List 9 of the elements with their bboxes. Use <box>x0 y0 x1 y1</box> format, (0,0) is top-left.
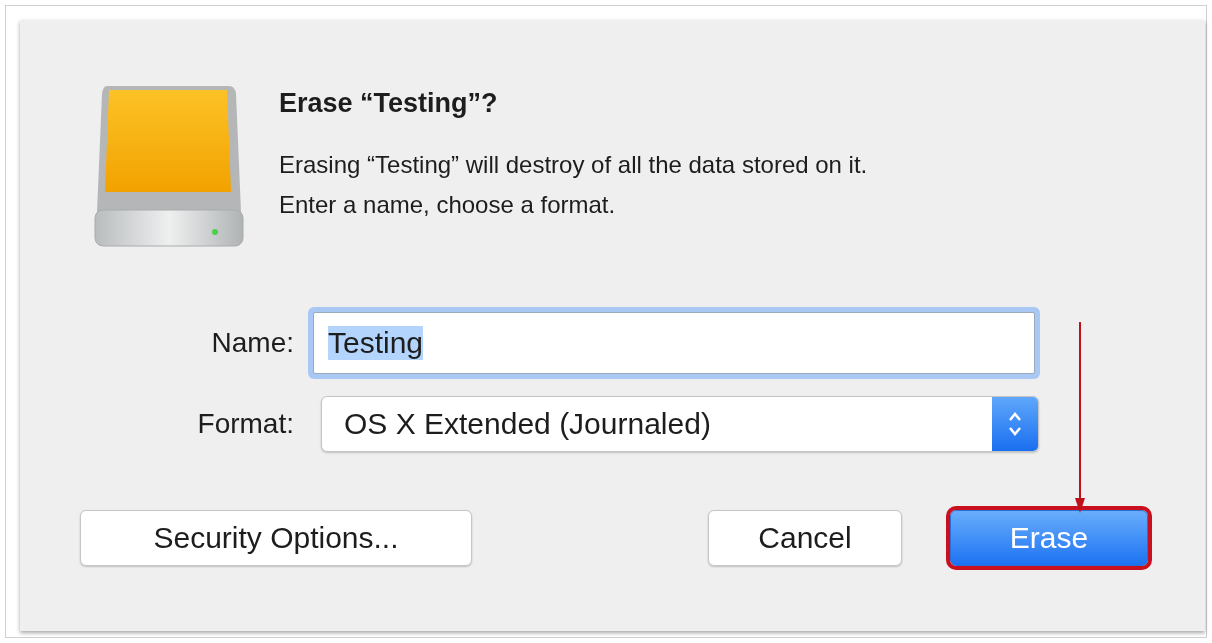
dialog-title: Erase “Testing”? <box>279 88 499 119</box>
format-dropdown[interactable]: OS X Extended (Journaled) <box>321 396 1039 452</box>
cancel-button[interactable]: Cancel <box>708 510 902 566</box>
chevrons-icon <box>1007 410 1023 438</box>
message-text: Enter a name, choose a format. <box>279 190 617 220</box>
format-label: Format: <box>196 408 294 440</box>
name-label: Name: <box>210 327 294 359</box>
security-options-button[interactable]: Security Options... <box>80 510 472 566</box>
message-text: Erasing “Testing” will destroy of all the data stored on it. <box>279 150 868 180</box>
